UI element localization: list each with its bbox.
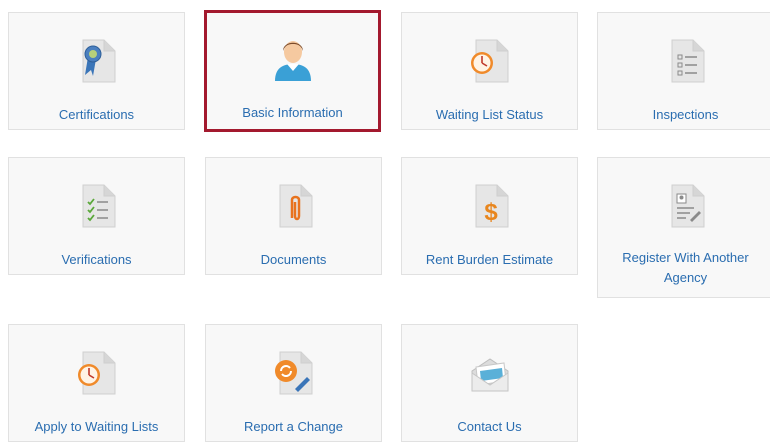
tile-apply-to-waiting-lists-label: Apply to Waiting Lists bbox=[34, 419, 159, 434]
tile-certifications[interactable]: Certifications bbox=[8, 12, 185, 130]
tile-basic-information-label: Basic Information bbox=[242, 105, 343, 120]
refresh-edit-icon bbox=[272, 349, 316, 397]
tile-register-with-another-agency[interactable]: Register With Another Agency bbox=[597, 157, 770, 298]
dollar-document-icon: $ bbox=[468, 182, 512, 230]
profile-edit-icon bbox=[664, 182, 708, 230]
tile-apply-to-waiting-lists[interactable]: Apply to Waiting Lists bbox=[8, 324, 185, 442]
tile-inspections-label: Inspections bbox=[652, 107, 719, 122]
tile-register-with-another-agency-label: Register With Another Agency bbox=[622, 250, 749, 285]
tile-certifications-label: Certifications bbox=[58, 107, 135, 122]
ribbon-award-icon bbox=[75, 37, 119, 85]
checklist-icon bbox=[664, 37, 708, 85]
clock-document-icon bbox=[468, 37, 512, 85]
tile-rent-burden-estimate[interactable]: $ Rent Burden Estimate bbox=[401, 157, 578, 275]
tile-documents[interactable]: Documents bbox=[205, 157, 382, 275]
tile-rent-burden-estimate-label: Rent Burden Estimate bbox=[425, 252, 554, 267]
checkmark-list-icon bbox=[75, 182, 119, 230]
tile-contact-us-label: Contact Us bbox=[457, 419, 522, 434]
tile-inspections[interactable]: Inspections bbox=[597, 12, 770, 130]
tile-verifications[interactable]: Verifications bbox=[8, 157, 185, 275]
tile-contact-us[interactable]: Contact Us bbox=[401, 324, 578, 442]
paperclip-icon bbox=[272, 182, 316, 230]
clock-document-icon bbox=[75, 349, 119, 397]
envelope-icon bbox=[468, 349, 512, 397]
tile-report-a-change-label: Report a Change bbox=[243, 419, 343, 434]
svg-text:$: $ bbox=[484, 199, 498, 226]
tile-waiting-list-status-label: Waiting List Status bbox=[435, 107, 544, 122]
tile-waiting-list-status[interactable]: Waiting List Status bbox=[401, 12, 578, 130]
tile-documents-label: Documents bbox=[260, 252, 327, 267]
tile-verifications-label: Verifications bbox=[61, 252, 132, 267]
tile-report-a-change[interactable]: Report a Change bbox=[205, 324, 382, 442]
tile-basic-information[interactable]: Basic Information bbox=[204, 10, 381, 132]
user-avatar-icon bbox=[271, 35, 315, 83]
